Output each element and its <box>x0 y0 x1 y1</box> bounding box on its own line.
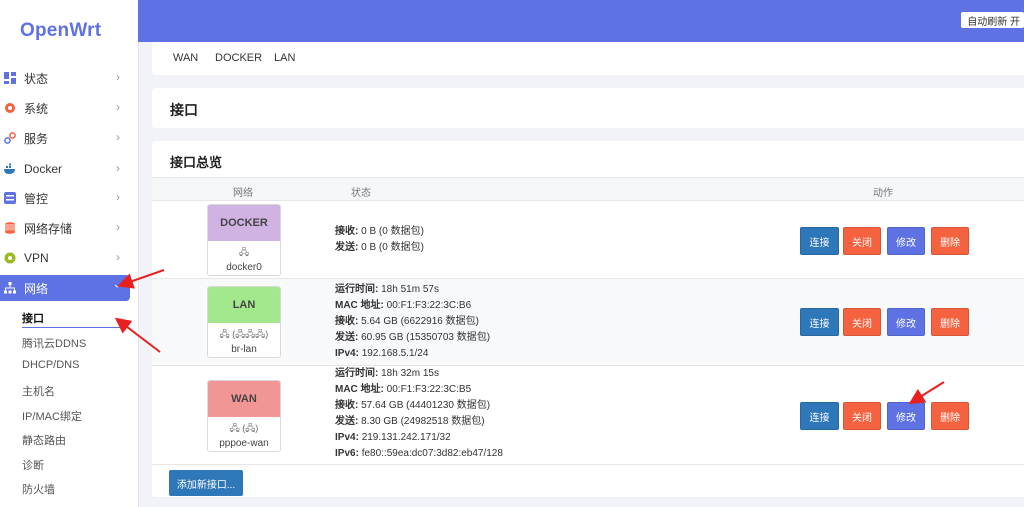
annotation-arrows <box>114 269 945 405</box>
annotation-arrow <box>908 381 945 405</box>
annotation-arrow <box>117 269 165 289</box>
annotation-arrow <box>114 317 161 353</box>
